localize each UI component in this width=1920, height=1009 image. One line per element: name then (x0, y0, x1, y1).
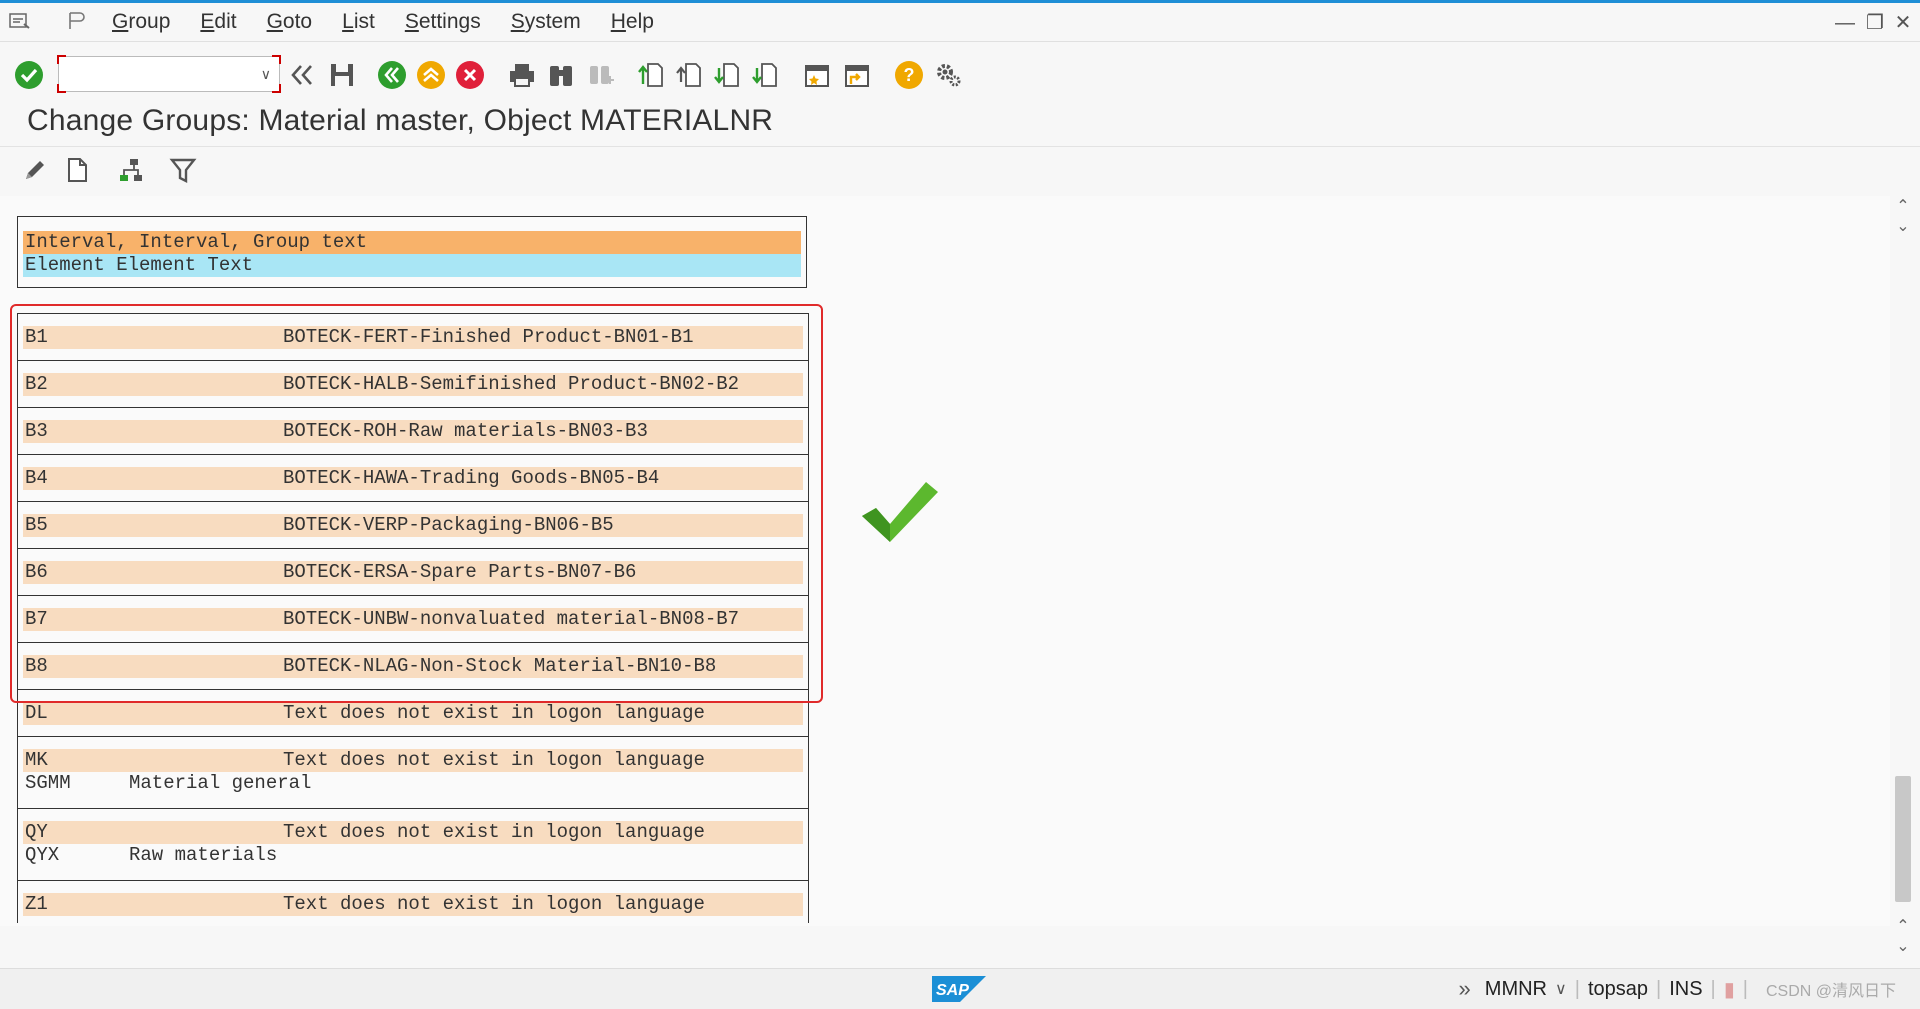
save-icon[interactable] (325, 58, 359, 92)
next-page-icon[interactable] (710, 58, 744, 92)
group-code: DL (25, 702, 48, 724)
standard-toolbar: ∨ ? (0, 52, 1920, 102)
scroll-down-icon[interactable]: ⌄ (1894, 938, 1912, 956)
transaction-code: MMNR (1484, 977, 1548, 1000)
scrollbar-thumb[interactable] (1895, 776, 1911, 902)
expand-status-icon[interactable]: » (1459, 976, 1471, 1002)
group-code: QY (25, 821, 48, 843)
performance-icon: ▮ (1723, 978, 1735, 1001)
vertical-scrollbar[interactable]: ⌃ ⌄ ⌃ ⌄ (1890, 196, 1916, 966)
menu-group[interactable]: Group (112, 10, 170, 34)
scroll-up-icon[interactable]: ⌃ (1894, 198, 1912, 216)
system-menu-icon[interactable] (8, 11, 32, 31)
list-item[interactable]: Z1 Text does not exist in logon language (17, 880, 809, 923)
svg-text:SAP: SAP (936, 982, 969, 999)
customize-layout-icon[interactable] (931, 58, 965, 92)
status-info: » MMNR ∨ | topsap | INS | ▮ | CSDN @清风日下 (1458, 976, 1896, 1002)
enter-icon[interactable] (12, 58, 46, 92)
list-header-box: Interval, Interval, Group text Element E… (17, 216, 807, 288)
create-document-icon[interactable] (60, 153, 94, 187)
menu-edit[interactable]: Edit (200, 10, 236, 34)
minimize-icon[interactable]: — (1834, 13, 1856, 33)
group-text: Text does not exist in logon language (283, 749, 705, 771)
menu-bar: Group Edit Goto List Settings System Hel… (0, 3, 1920, 42)
element-code: SGMM (25, 772, 71, 794)
group-text: Text does not exist in logon language (283, 821, 705, 843)
hierarchy-icon[interactable] (114, 153, 148, 187)
scroll-page-up-icon[interactable]: ⌃ (1894, 918, 1912, 936)
list-header-interval: Interval, Interval, Group text (23, 231, 801, 254)
restore-icon[interactable]: ❐ (1864, 13, 1886, 33)
element-text: Material general (129, 772, 312, 794)
group-code: Z1 (25, 893, 48, 915)
menu-system[interactable]: System (511, 10, 581, 34)
edit-pencil-icon[interactable] (18, 153, 52, 187)
find-icon[interactable] (544, 58, 578, 92)
exit-icon[interactable] (414, 58, 448, 92)
menu-help[interactable]: Help (611, 10, 654, 34)
create-session-icon[interactable] (800, 58, 834, 92)
close-window-icon[interactable]: ✕ (1892, 13, 1914, 33)
list-item[interactable]: MK Text does not exist in logon language … (17, 736, 809, 808)
collapse-icon[interactable] (285, 58, 319, 92)
svg-text:?: ? (904, 65, 915, 85)
title-divider (0, 146, 1920, 147)
last-page-icon[interactable] (748, 58, 782, 92)
print-icon[interactable] (505, 58, 539, 92)
previous-page-icon[interactable] (672, 58, 706, 92)
group-text: Text does not exist in logon language (283, 702, 705, 724)
group-text: Text does not exist in logon language (283, 893, 705, 915)
first-page-icon[interactable] (634, 58, 668, 92)
menu-list[interactable]: List (342, 10, 375, 34)
element-code: QYX (25, 844, 60, 866)
list-item[interactable]: QY Text does not exist in logon language … (17, 808, 809, 880)
highlight-box (10, 304, 823, 703)
status-bar: SAP » MMNR ∨ | topsap | INS | ▮ | CSDN @… (0, 968, 1920, 1009)
shortcut-icon[interactable] (840, 58, 874, 92)
element-text: Raw materials (129, 844, 278, 866)
watermark-text: CSDN @清风日下 (1765, 983, 1896, 1000)
group-code: MK (25, 749, 48, 771)
command-field[interactable]: ∨ (57, 55, 281, 93)
sap-logo: SAP (932, 976, 986, 1002)
list-header-element: Element Element Text (23, 254, 801, 277)
favorites-menu-icon[interactable] (64, 11, 88, 31)
status-dropdown-icon[interactable]: ∨ (1555, 979, 1567, 999)
find-next-icon[interactable] (584, 58, 618, 92)
green-checkmark-icon (860, 480, 940, 546)
input-mode: INS (1669, 977, 1703, 1000)
system-name: topsap (1587, 977, 1648, 1000)
menu-settings[interactable]: Settings (405, 10, 481, 34)
help-icon[interactable]: ? (892, 58, 926, 92)
page-title: Change Groups: Material master, Object M… (27, 104, 774, 137)
back-icon[interactable] (375, 58, 409, 92)
cancel-icon[interactable] (453, 58, 487, 92)
command-dropdown-icon[interactable]: ∨ (261, 66, 271, 83)
menu-goto[interactable]: Goto (267, 10, 313, 34)
filter-icon[interactable] (166, 153, 200, 187)
scroll-page-down-icon[interactable]: ⌄ (1894, 218, 1912, 236)
